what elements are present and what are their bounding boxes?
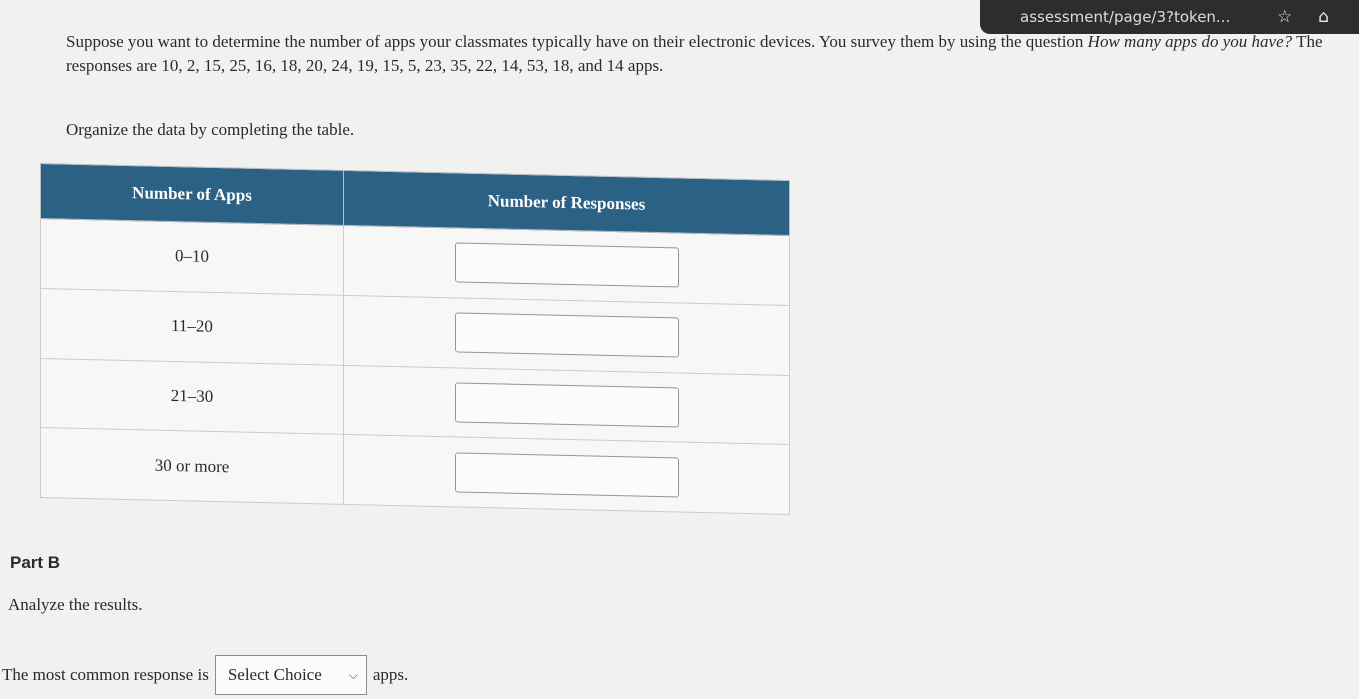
sentence-end: apps. bbox=[372, 665, 409, 684]
prompt-start: Suppose you want to determine the number… bbox=[66, 32, 1088, 51]
most-common-sentence: The most common response is Select Choic… bbox=[2, 655, 408, 695]
range-cell: 11–20 bbox=[40, 288, 344, 365]
response-cell bbox=[343, 434, 790, 515]
response-input[interactable] bbox=[454, 382, 679, 428]
response-input[interactable] bbox=[454, 242, 679, 288]
question-prompt: Suppose you want to determine the number… bbox=[66, 30, 1359, 78]
sentence-start: The most common response is bbox=[2, 665, 209, 684]
address-bar[interactable]: assessment/page/3?token... bbox=[980, 8, 1230, 26]
range-cell: 30 or more bbox=[40, 427, 344, 505]
response-cell bbox=[343, 225, 790, 306]
response-input[interactable] bbox=[454, 452, 679, 498]
chevron-down-icon: ⌵ bbox=[348, 667, 358, 682]
select-value: Select Choice bbox=[227, 665, 322, 684]
extension-icon[interactable]: ⌂ bbox=[1318, 7, 1329, 27]
response-input[interactable] bbox=[454, 312, 679, 358]
prompt-question: How many apps do you have? bbox=[1087, 32, 1293, 51]
browser-toolbar: assessment/page/3?token... ☆ ⌂ bbox=[980, 0, 1359, 34]
header-number-of-apps: Number of Apps bbox=[40, 163, 344, 226]
range-cell: 21–30 bbox=[40, 358, 344, 435]
response-table: Number of Apps Number of Responses 0–10 … bbox=[40, 163, 790, 516]
star-icon[interactable]: ☆ bbox=[1277, 7, 1292, 27]
response-cell bbox=[343, 364, 790, 445]
response-cell bbox=[343, 295, 790, 376]
part-b-instruction: Analyze the results. bbox=[8, 595, 143, 614]
most-common-select[interactable]: Select Choice ⌵ bbox=[214, 655, 367, 695]
range-cell: 0–10 bbox=[40, 218, 344, 296]
table-instruction: Organize the data by completing the tabl… bbox=[66, 120, 355, 139]
part-b-title: Part B bbox=[10, 553, 61, 572]
header-number-of-responses: Number of Responses bbox=[343, 170, 790, 236]
